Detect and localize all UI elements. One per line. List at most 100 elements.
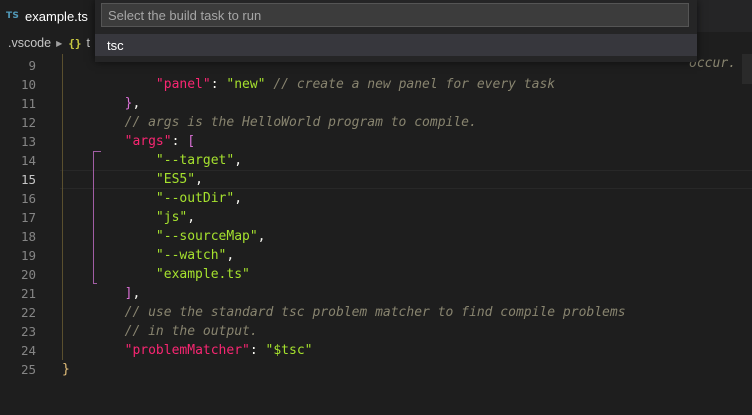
code-text: "--watch", [62,246,234,265]
code-line: 13 "args": [ [0,132,752,151]
code-text: // use the standard tsc problem matcher … [62,303,626,322]
code-text: "example.ts" [62,265,250,284]
code-text: ], [62,284,141,303]
code-token: // in the output. [124,324,258,339]
indent-guide [62,54,63,360]
code-text: "js", [62,208,195,227]
code-token: : [210,77,227,92]
tab-label: example.ts [25,8,88,24]
code-token: } [62,362,70,377]
line-number: 15 [20,172,36,187]
code-token: "new" [226,77,266,92]
code-editor[interactable]: 9 10 "panel": "new" // create a new panel… [0,54,752,415]
line-number: 11 [20,96,36,111]
bracket-pair-guide [93,151,94,284]
code-token: , [257,229,266,244]
code-line: 14 "--target", [0,151,752,170]
bracket-pair-guide-bottom [93,283,97,284]
code-text: } [62,360,70,379]
bracket-pair-guide-top [93,151,101,152]
code-text: "--outDir", [62,189,242,208]
code-token: , [195,172,203,187]
code-text: // args is the HelloWorld program to com… [62,113,477,132]
code-line: 18 "--sourceMap", [0,227,752,246]
chevron-right-icon: ▶ [56,38,63,48]
code-token: "--outDir" [155,191,235,206]
code-token: "panel" [155,77,211,92]
line-number: 13 [20,134,36,149]
code-token: "args" [124,134,172,149]
line-number: 23 [20,324,36,339]
quick-pick-item[interactable]: tsc [95,34,697,56]
quick-pick-input[interactable] [101,3,689,27]
code-token: "--sourceMap" [155,229,258,244]
code-token: "js" [155,210,188,225]
code-token: // create a new panel for every task [273,77,556,92]
code-line: 25} [0,360,752,379]
vertical-scrollbar[interactable] [742,54,752,84]
code-token: "--target" [155,153,235,168]
line-number: 25 [20,362,36,377]
line-number: 10 [20,77,36,92]
line-number: 14 [20,153,36,168]
quick-pick-panel: tsc [95,0,697,62]
code-line: 24 "problemMatcher": "$tsc" [0,341,752,360]
code-text: "args": [ [62,132,195,151]
line-number: 24 [20,343,36,358]
code-token: // args is the HelloWorld program to com… [124,115,477,130]
tab-example-ts[interactable]: TS example.ts [0,0,110,32]
code-token: "$tsc" [265,343,313,358]
code-line: 22 // use the standard tsc problem match… [0,303,752,322]
code-line: 20 "example.ts" [0,265,752,284]
code-line: 10 "panel": "new" // create a new panel … [0,75,752,94]
code-token: , [226,248,235,263]
line-number: 17 [20,210,36,225]
breadcrumb-file[interactable]: t [87,36,90,50]
code-token: [ [187,134,196,149]
code-text: "panel": "new" // create a new panel for… [62,75,555,94]
code-line: 17 "js", [0,208,752,227]
code-token: "example.ts" [155,267,250,282]
code-line: 23 // in the output. [0,322,752,341]
code-token: "problemMatcher" [124,343,250,358]
code-line: 12 // args is the HelloWorld program to … [0,113,752,132]
code-text: }, [62,94,141,113]
line-number: 12 [20,115,36,130]
code-token: "--watch" [155,248,227,263]
code-text: "ES5", [62,170,203,189]
code-text: "problemMatcher": "$tsc" [62,341,313,360]
code-line: 16 "--outDir", [0,189,752,208]
line-number: 21 [20,286,36,301]
line-number: 9 [28,58,36,73]
code-token: : [249,343,266,358]
quick-pick-item-label: tsc [107,37,124,53]
breadcrumb-folder[interactable]: .vscode [8,36,51,50]
code-token: , [234,191,243,206]
typescript-file-icon: TS [6,11,20,21]
line-number: 19 [20,248,36,263]
code-line: 15 "ES5", [0,170,752,189]
code-token: , [234,153,243,168]
code-text: "--target", [62,151,242,170]
code-line: 19 "--watch", [0,246,752,265]
line-number: 20 [20,267,36,282]
code-text: // in the output. [62,322,258,341]
code-token: // use the standard tsc problem matcher … [124,305,626,320]
code-token: : [171,134,188,149]
line-number: 16 [20,191,36,206]
